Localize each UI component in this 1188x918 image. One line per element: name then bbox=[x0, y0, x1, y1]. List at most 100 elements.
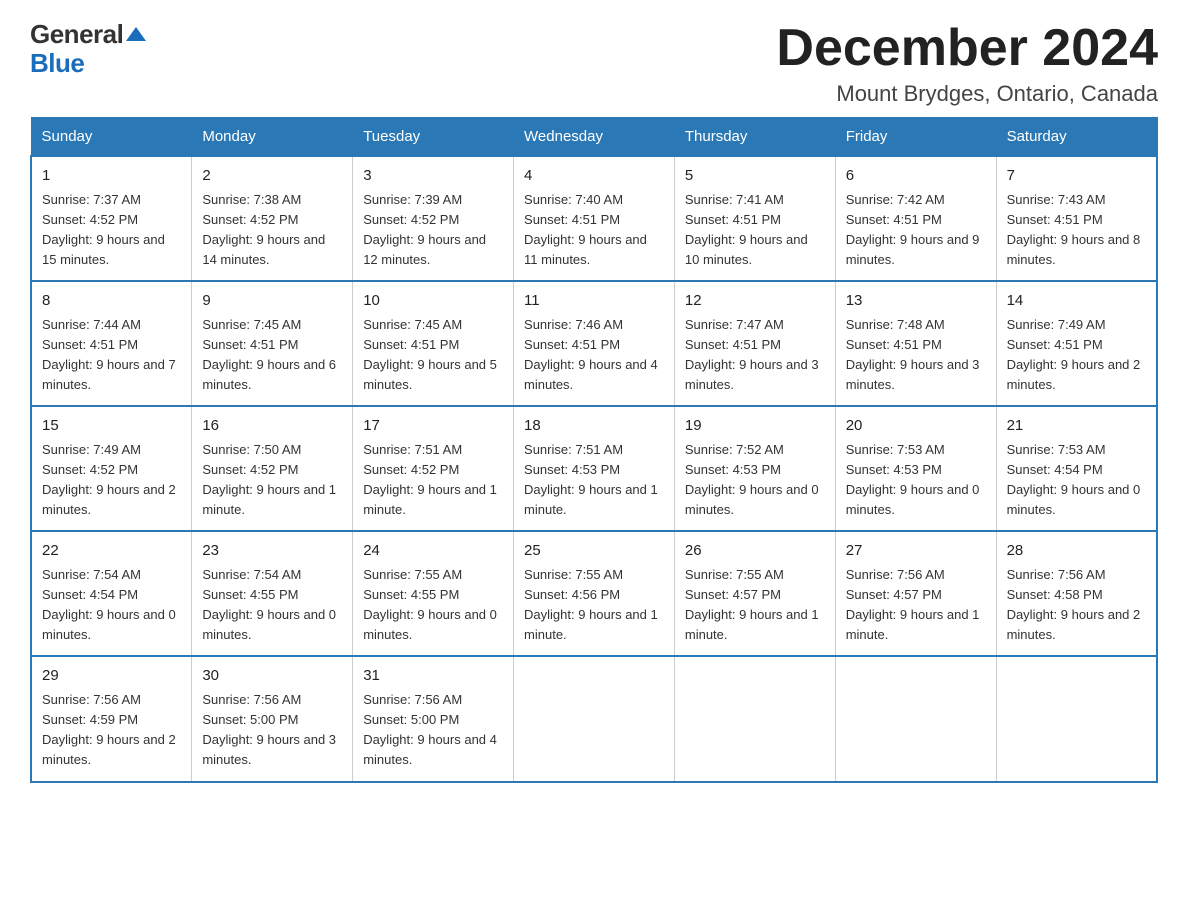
day-info: Sunrise: 7:56 AMSunset: 4:57 PMDaylight:… bbox=[846, 565, 986, 646]
table-row bbox=[996, 656, 1157, 781]
table-row: 27Sunrise: 7:56 AMSunset: 4:57 PMDayligh… bbox=[835, 531, 996, 656]
day-number: 20 bbox=[846, 415, 986, 438]
day-number: 21 bbox=[1007, 415, 1146, 438]
day-info: Sunrise: 7:42 AMSunset: 4:51 PMDaylight:… bbox=[846, 190, 986, 271]
table-row: 6Sunrise: 7:42 AMSunset: 4:51 PMDaylight… bbox=[835, 156, 996, 281]
col-wednesday: Wednesday bbox=[514, 118, 675, 157]
table-row: 8Sunrise: 7:44 AMSunset: 4:51 PMDaylight… bbox=[31, 281, 192, 406]
day-number: 26 bbox=[685, 540, 825, 563]
day-number: 27 bbox=[846, 540, 986, 563]
page-header: GeneralBlue December 2024 Mount Brydges,… bbox=[30, 20, 1158, 107]
table-row: 23Sunrise: 7:54 AMSunset: 4:55 PMDayligh… bbox=[192, 531, 353, 656]
day-number: 28 bbox=[1007, 540, 1146, 563]
table-row: 17Sunrise: 7:51 AMSunset: 4:52 PMDayligh… bbox=[353, 406, 514, 531]
table-row: 10Sunrise: 7:45 AMSunset: 4:51 PMDayligh… bbox=[353, 281, 514, 406]
calendar-week-row: 29Sunrise: 7:56 AMSunset: 4:59 PMDayligh… bbox=[31, 656, 1157, 781]
day-info: Sunrise: 7:46 AMSunset: 4:51 PMDaylight:… bbox=[524, 315, 664, 396]
day-number: 24 bbox=[363, 540, 503, 563]
day-info: Sunrise: 7:52 AMSunset: 4:53 PMDaylight:… bbox=[685, 440, 825, 521]
day-info: Sunrise: 7:44 AMSunset: 4:51 PMDaylight:… bbox=[42, 315, 181, 396]
day-number: 16 bbox=[202, 415, 342, 438]
day-number: 4 bbox=[524, 165, 664, 188]
day-number: 30 bbox=[202, 665, 342, 688]
table-row bbox=[674, 656, 835, 781]
table-row: 13Sunrise: 7:48 AMSunset: 4:51 PMDayligh… bbox=[835, 281, 996, 406]
calendar-week-row: 15Sunrise: 7:49 AMSunset: 4:52 PMDayligh… bbox=[31, 406, 1157, 531]
day-info: Sunrise: 7:48 AMSunset: 4:51 PMDaylight:… bbox=[846, 315, 986, 396]
day-number: 8 bbox=[42, 290, 181, 313]
day-number: 31 bbox=[363, 665, 503, 688]
table-row: 24Sunrise: 7:55 AMSunset: 4:55 PMDayligh… bbox=[353, 531, 514, 656]
day-info: Sunrise: 7:40 AMSunset: 4:51 PMDaylight:… bbox=[524, 190, 664, 271]
day-info: Sunrise: 7:54 AMSunset: 4:55 PMDaylight:… bbox=[202, 565, 342, 646]
day-number: 13 bbox=[846, 290, 986, 313]
day-number: 9 bbox=[202, 290, 342, 313]
day-info: Sunrise: 7:55 AMSunset: 4:55 PMDaylight:… bbox=[363, 565, 503, 646]
day-number: 17 bbox=[363, 415, 503, 438]
table-row: 5Sunrise: 7:41 AMSunset: 4:51 PMDaylight… bbox=[674, 156, 835, 281]
day-info: Sunrise: 7:56 AMSunset: 4:59 PMDaylight:… bbox=[42, 690, 181, 771]
day-number: 2 bbox=[202, 165, 342, 188]
day-info: Sunrise: 7:43 AMSunset: 4:51 PMDaylight:… bbox=[1007, 190, 1146, 271]
day-info: Sunrise: 7:49 AMSunset: 4:51 PMDaylight:… bbox=[1007, 315, 1146, 396]
day-info: Sunrise: 7:53 AMSunset: 4:54 PMDaylight:… bbox=[1007, 440, 1146, 521]
col-friday: Friday bbox=[835, 118, 996, 157]
col-tuesday: Tuesday bbox=[353, 118, 514, 157]
day-info: Sunrise: 7:51 AMSunset: 4:52 PMDaylight:… bbox=[363, 440, 503, 521]
col-monday: Monday bbox=[192, 118, 353, 157]
table-row: 28Sunrise: 7:56 AMSunset: 4:58 PMDayligh… bbox=[996, 531, 1157, 656]
day-number: 10 bbox=[363, 290, 503, 313]
day-number: 3 bbox=[363, 165, 503, 188]
table-row: 12Sunrise: 7:47 AMSunset: 4:51 PMDayligh… bbox=[674, 281, 835, 406]
table-row: 18Sunrise: 7:51 AMSunset: 4:53 PMDayligh… bbox=[514, 406, 675, 531]
logo-line1: General bbox=[30, 20, 146, 49]
day-info: Sunrise: 7:45 AMSunset: 4:51 PMDaylight:… bbox=[363, 315, 503, 396]
day-info: Sunrise: 7:51 AMSunset: 4:53 PMDaylight:… bbox=[524, 440, 664, 521]
table-row: 11Sunrise: 7:46 AMSunset: 4:51 PMDayligh… bbox=[514, 281, 675, 406]
day-number: 11 bbox=[524, 290, 664, 313]
day-number: 7 bbox=[1007, 165, 1146, 188]
table-row: 7Sunrise: 7:43 AMSunset: 4:51 PMDaylight… bbox=[996, 156, 1157, 281]
calendar-header-row: Sunday Monday Tuesday Wednesday Thursday… bbox=[31, 118, 1157, 157]
day-number: 23 bbox=[202, 540, 342, 563]
day-number: 19 bbox=[685, 415, 825, 438]
table-row: 4Sunrise: 7:40 AMSunset: 4:51 PMDaylight… bbox=[514, 156, 675, 281]
col-sunday: Sunday bbox=[31, 118, 192, 157]
day-number: 18 bbox=[524, 415, 664, 438]
day-info: Sunrise: 7:55 AMSunset: 4:56 PMDaylight:… bbox=[524, 565, 664, 646]
day-number: 22 bbox=[42, 540, 181, 563]
day-info: Sunrise: 7:50 AMSunset: 4:52 PMDaylight:… bbox=[202, 440, 342, 521]
day-number: 1 bbox=[42, 165, 181, 188]
table-row: 30Sunrise: 7:56 AMSunset: 5:00 PMDayligh… bbox=[192, 656, 353, 781]
table-row: 16Sunrise: 7:50 AMSunset: 4:52 PMDayligh… bbox=[192, 406, 353, 531]
table-row: 22Sunrise: 7:54 AMSunset: 4:54 PMDayligh… bbox=[31, 531, 192, 656]
day-number: 29 bbox=[42, 665, 181, 688]
day-info: Sunrise: 7:53 AMSunset: 4:53 PMDaylight:… bbox=[846, 440, 986, 521]
logo: GeneralBlue bbox=[30, 20, 146, 77]
table-row: 21Sunrise: 7:53 AMSunset: 4:54 PMDayligh… bbox=[996, 406, 1157, 531]
table-row: 2Sunrise: 7:38 AMSunset: 4:52 PMDaylight… bbox=[192, 156, 353, 281]
col-thursday: Thursday bbox=[674, 118, 835, 157]
table-row bbox=[835, 656, 996, 781]
day-number: 6 bbox=[846, 165, 986, 188]
day-info: Sunrise: 7:56 AMSunset: 5:00 PMDaylight:… bbox=[202, 690, 342, 771]
table-row: 29Sunrise: 7:56 AMSunset: 4:59 PMDayligh… bbox=[31, 656, 192, 781]
day-info: Sunrise: 7:56 AMSunset: 4:58 PMDaylight:… bbox=[1007, 565, 1146, 646]
calendar-week-row: 22Sunrise: 7:54 AMSunset: 4:54 PMDayligh… bbox=[31, 531, 1157, 656]
table-row: 3Sunrise: 7:39 AMSunset: 4:52 PMDaylight… bbox=[353, 156, 514, 281]
logo-line2: Blue bbox=[30, 49, 84, 78]
table-row: 20Sunrise: 7:53 AMSunset: 4:53 PMDayligh… bbox=[835, 406, 996, 531]
day-number: 14 bbox=[1007, 290, 1146, 313]
day-number: 12 bbox=[685, 290, 825, 313]
day-info: Sunrise: 7:45 AMSunset: 4:51 PMDaylight:… bbox=[202, 315, 342, 396]
table-row: 9Sunrise: 7:45 AMSunset: 4:51 PMDaylight… bbox=[192, 281, 353, 406]
day-info: Sunrise: 7:37 AMSunset: 4:52 PMDaylight:… bbox=[42, 190, 181, 271]
col-saturday: Saturday bbox=[996, 118, 1157, 157]
day-info: Sunrise: 7:39 AMSunset: 4:52 PMDaylight:… bbox=[363, 190, 503, 271]
day-info: Sunrise: 7:41 AMSunset: 4:51 PMDaylight:… bbox=[685, 190, 825, 271]
calendar-subtitle: Mount Brydges, Ontario, Canada bbox=[776, 81, 1158, 107]
title-block: December 2024 Mount Brydges, Ontario, Ca… bbox=[776, 20, 1158, 107]
calendar-week-row: 1Sunrise: 7:37 AMSunset: 4:52 PMDaylight… bbox=[31, 156, 1157, 281]
calendar-title: December 2024 bbox=[776, 20, 1158, 77]
day-number: 15 bbox=[42, 415, 181, 438]
